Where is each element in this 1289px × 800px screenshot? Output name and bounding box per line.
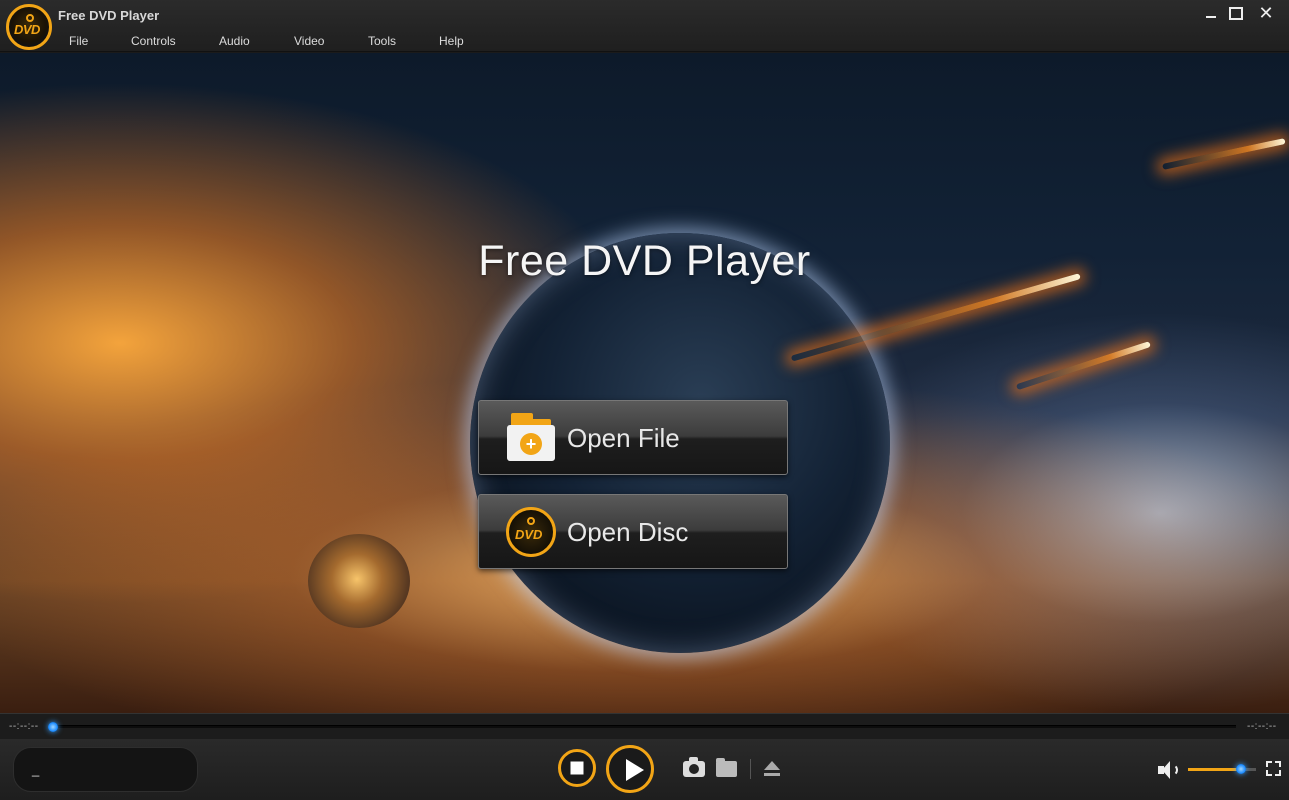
stage-title: Free DVD Player xyxy=(478,237,811,285)
menu-file[interactable]: File xyxy=(69,34,88,48)
snapshot-folder-icon[interactable] xyxy=(716,758,737,777)
title-bar: DVD Free DVD Player File Controls Audio … xyxy=(0,0,1289,52)
app-title: Free DVD Player xyxy=(58,8,160,23)
meteor-decoration xyxy=(1162,138,1286,170)
menu-controls[interactable]: Controls xyxy=(131,34,176,48)
close-icon[interactable]: ✕ xyxy=(1254,2,1278,24)
menu-tools[interactable]: Tools xyxy=(368,34,396,48)
eject-icon[interactable] xyxy=(764,761,780,777)
volume-slider[interactable] xyxy=(1188,764,1256,774)
moon-background xyxy=(308,534,410,628)
minimize-icon[interactable] xyxy=(1199,2,1223,24)
stop-icon xyxy=(570,761,584,775)
media-info-text: _ xyxy=(32,762,40,777)
open-file-button[interactable]: + Open File xyxy=(478,400,788,475)
volume-speaker-icon[interactable] xyxy=(1158,761,1180,779)
control-bar: _ xyxy=(0,739,1289,800)
play-icon xyxy=(626,759,644,781)
divider xyxy=(750,759,751,779)
dvd-disc-icon: DVD xyxy=(506,507,556,557)
dvd-logo-icon: DVD xyxy=(6,4,52,50)
volume-handle[interactable] xyxy=(1236,764,1247,774)
seek-handle[interactable] xyxy=(48,722,58,732)
open-file-label: Open File xyxy=(567,423,680,453)
stop-button[interactable] xyxy=(558,749,596,787)
logo-text: DVD xyxy=(14,22,40,37)
progress-row: --:--:-- --:--:-- xyxy=(0,713,1289,739)
media-info-display: _ xyxy=(13,747,198,792)
menu-video[interactable]: Video xyxy=(294,34,324,48)
video-stage[interactable]: Free DVD Player + Open File DVD Open Dis… xyxy=(0,53,1289,713)
menu-audio[interactable]: Audio xyxy=(219,34,250,48)
seek-bar[interactable] xyxy=(48,722,1236,732)
volume-fill xyxy=(1188,768,1242,771)
folder-add-icon: + xyxy=(507,413,555,463)
fullscreen-icon[interactable] xyxy=(1266,761,1281,776)
snapshot-camera-icon[interactable] xyxy=(683,757,705,777)
play-button[interactable] xyxy=(606,745,654,793)
meteor-decoration xyxy=(1015,341,1151,391)
remaining-time: --:--:-- xyxy=(1247,721,1277,732)
elapsed-time: --:--:-- xyxy=(9,721,39,732)
menu-help[interactable]: Help xyxy=(439,34,464,48)
open-disc-label: Open Disc xyxy=(567,517,689,547)
maximize-icon[interactable] xyxy=(1224,2,1248,24)
open-disc-button[interactable]: DVD Open Disc xyxy=(478,494,788,569)
